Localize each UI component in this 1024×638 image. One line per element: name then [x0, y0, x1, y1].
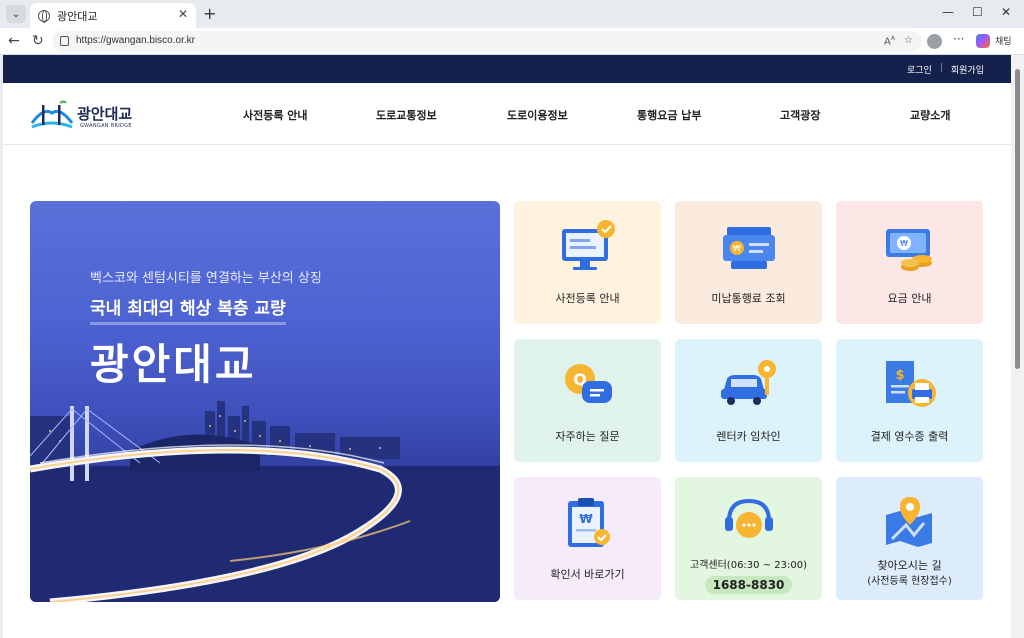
card-label: 렌터카 임차인	[716, 430, 781, 443]
toll-machine-icon: ₩	[723, 227, 775, 269]
tab-list-button[interactable]: ⌄	[6, 5, 26, 23]
nav-traffic-info[interactable]: 도로교통정보	[376, 107, 437, 123]
card-call-center[interactable]: 고객센터(06:30 ~ 23:00) 1688-8830	[675, 477, 822, 600]
web-page: 로그인 | 회원가입 광안대교 GWANGAN BRIDGE 사전등록 안내 도…	[3, 55, 1011, 638]
read-aloud-icon[interactable]: AA	[884, 35, 895, 47]
clipboard-won-icon: ₩	[568, 498, 610, 547]
svg-text:₩: ₩	[579, 512, 593, 526]
card-receipt[interactable]: $ 결제 영수증 출력	[836, 339, 983, 462]
profile-avatar-icon[interactable]	[927, 34, 942, 49]
nav-pre-registration[interactable]: 사전등록 안내	[243, 107, 308, 123]
globe-icon	[38, 9, 50, 23]
site-header: 광안대교 GWANGAN BRIDGE 사전등록 안내 도로교통정보 도로이용정…	[3, 83, 1011, 145]
hero-tagline: 벡스코와 센텀시티를 연결하는 부산의 상징	[90, 271, 322, 286]
bridge-night-photo	[30, 401, 500, 602]
card-label: 사전등록 안내	[555, 292, 620, 305]
card-fee-guide[interactable]: ₩ 요금 안내	[836, 201, 983, 324]
new-tab-button[interactable]: +	[203, 4, 216, 23]
bridge-logo-icon	[30, 100, 74, 129]
money-coins-icon: ₩	[886, 229, 932, 271]
nav-toll-payment[interactable]: 통행요금 납부	[637, 107, 702, 123]
call-center-hours: 고객센터(06:30 ~ 23:00)	[690, 560, 807, 571]
directions-subtitle: (사전등록 현장접수)	[867, 576, 952, 587]
close-tab-icon[interactable]: ✕	[178, 7, 188, 21]
favorite-star-icon[interactable]: ☆	[904, 35, 913, 46]
lock-icon	[60, 36, 69, 46]
svg-text:₩: ₩	[900, 239, 908, 248]
nav-road-usage[interactable]: 도로이용정보	[507, 107, 568, 123]
browser-tab-bar: ⌄ 광안대교 ✕ + — ☐ ✕	[0, 0, 1024, 28]
minimize-icon[interactable]: —	[942, 5, 954, 19]
car-key-icon	[721, 360, 776, 405]
refresh-icon[interactable]: ↻	[32, 33, 44, 49]
nav-bridge-intro[interactable]: 교량소개	[910, 107, 950, 123]
maximize-icon[interactable]: ☐	[972, 5, 983, 19]
chat-button[interactable]: 채팅	[995, 34, 1012, 47]
call-center-phone[interactable]: 1688-8830	[705, 576, 792, 594]
utility-bar: 로그인 | 회원가입	[3, 55, 1011, 83]
address-bar: ← ↻ https://gwangan.bisco.or.kr AA ☆ ···…	[0, 28, 1024, 55]
map-pin-icon	[886, 497, 932, 547]
receipt-print-icon: $	[886, 361, 936, 407]
nav-customer-plaza[interactable]: 고객광장	[780, 107, 820, 123]
url-field[interactable]: https://gwangan.bisco.or.kr AA ☆	[52, 31, 922, 52]
divider: |	[939, 63, 943, 73]
page-scrollbar[interactable]	[1011, 55, 1024, 638]
scrollbar-thumb[interactable]	[1015, 69, 1020, 369]
svg-text:₩: ₩	[733, 244, 741, 253]
card-pre-registration[interactable]: 사전등록 안내	[514, 201, 661, 324]
monitor-check-icon	[562, 220, 615, 270]
back-icon[interactable]: ←	[8, 33, 20, 49]
login-link[interactable]: 로그인	[907, 63, 932, 76]
card-unpaid-toll[interactable]: ₩ 미납통행료 조회	[675, 201, 822, 324]
card-label: 요금 안내	[887, 292, 932, 305]
card-rental-car[interactable]: 렌터카 임차인	[675, 339, 822, 462]
logo-name: 광안대교	[77, 105, 133, 123]
hero-title: 광안대교	[90, 340, 257, 389]
hero-banner: 벡스코와 센텀시티를 연결하는 부산의 상징 국내 최대의 해상 복층 교량 광…	[30, 201, 500, 602]
svg-text:$: $	[895, 368, 904, 383]
hero-subtitle: 국내 최대의 해상 복층 교량	[90, 294, 286, 325]
copilot-icon[interactable]	[976, 34, 990, 48]
logo-subtitle: GWANGAN BRIDGE	[80, 123, 132, 129]
card-faq[interactable]: Q 자주하는 질문	[514, 339, 661, 462]
faq-bubble-icon: Q	[565, 364, 612, 403]
headset-icon	[725, 498, 773, 538]
close-window-icon[interactable]: ✕	[1001, 5, 1011, 19]
card-directions[interactable]: 찾아오시는 길 (사전등록 현장접수)	[836, 477, 983, 600]
card-certificate[interactable]: ₩ 확인서 바로가기	[514, 477, 661, 600]
url-text: https://gwangan.bisco.or.kr	[76, 35, 195, 46]
card-label: 자주하는 질문	[555, 430, 620, 443]
tab-title: 광안대교	[57, 9, 98, 23]
card-label: 확인서 바로가기	[550, 568, 625, 581]
site-logo[interactable]: 광안대교 GWANGAN BRIDGE	[30, 95, 140, 133]
more-menu-icon[interactable]: ···	[953, 32, 964, 46]
card-label: 결제 영수증 출력	[870, 430, 949, 443]
browser-tab[interactable]: 광안대교 ✕	[30, 3, 196, 28]
directions-title: 찾아오시는 길	[877, 559, 942, 572]
card-label: 미납통행료 조회	[711, 292, 786, 305]
signup-link[interactable]: 회원가입	[951, 63, 984, 76]
